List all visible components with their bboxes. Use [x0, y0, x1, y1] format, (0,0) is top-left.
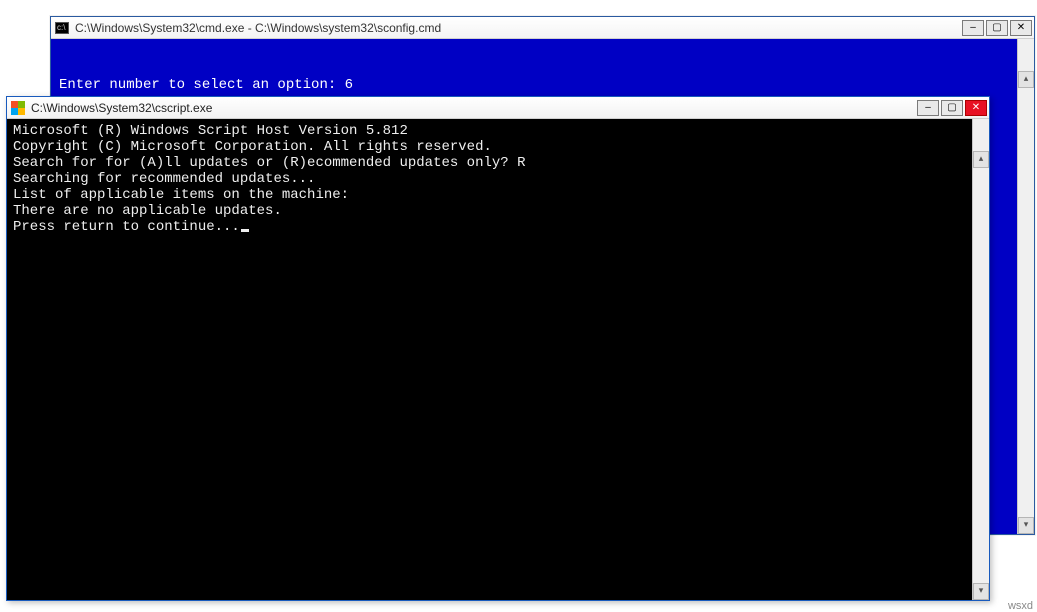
- scroll-up-icon[interactable]: ▴: [1018, 71, 1034, 88]
- scroll-up-icon[interactable]: ▴: [973, 151, 989, 168]
- scroll-down-icon[interactable]: ▾: [973, 583, 989, 600]
- cscript-console-body[interactable]: Microsoft (R) Windows Script Host Versio…: [7, 119, 989, 600]
- maximize-button[interactable]: ▢: [941, 100, 963, 116]
- script-host-icon: [11, 101, 25, 115]
- console-line: Search for for (A)ll updates or (R)ecomm…: [13, 155, 983, 171]
- console-line: List of applicable items on the machine:: [13, 187, 983, 203]
- console-line: Press return to continue...: [13, 219, 983, 235]
- cmd-icon: c:\: [55, 22, 69, 34]
- cscript-window: C:\Windows\System32\cscript.exe – ▢ ✕ Mi…: [6, 96, 990, 601]
- cmd-title-text: C:\Windows\System32\cmd.exe - C:\Windows…: [75, 21, 441, 35]
- minimize-button[interactable]: –: [917, 100, 939, 116]
- console-line: Copyright (C) Microsoft Corporation. All…: [13, 139, 983, 155]
- minimize-button[interactable]: –: [962, 20, 984, 36]
- cmd-scrollbar[interactable]: ▴ ▾: [1017, 39, 1034, 534]
- console-line: There are no applicable updates.: [13, 203, 983, 219]
- text-cursor: [241, 229, 249, 232]
- cscript-titlebar[interactable]: C:\Windows\System32\cscript.exe – ▢ ✕: [7, 97, 989, 119]
- console-line: Microsoft (R) Windows Script Host Versio…: [13, 123, 983, 139]
- cmd-window-controls: – ▢ ✕: [962, 20, 1032, 36]
- cmd-titlebar[interactable]: c:\ C:\Windows\System32\cmd.exe - C:\Win…: [51, 17, 1034, 39]
- cscript-scrollbar[interactable]: ▴ ▾: [972, 119, 989, 600]
- close-button[interactable]: ✕: [1010, 20, 1032, 36]
- cscript-title-text: C:\Windows\System32\cscript.exe: [31, 101, 212, 115]
- close-button[interactable]: ✕: [965, 100, 987, 116]
- cscript-window-controls: – ▢ ✕: [917, 100, 987, 116]
- cmd-line: Enter number to select an option: 6: [59, 77, 1026, 93]
- scroll-down-icon[interactable]: ▾: [1018, 517, 1034, 534]
- maximize-button[interactable]: ▢: [986, 20, 1008, 36]
- console-line: Searching for recommended updates...: [13, 171, 983, 187]
- watermark-text: wsxd: [1008, 600, 1033, 612]
